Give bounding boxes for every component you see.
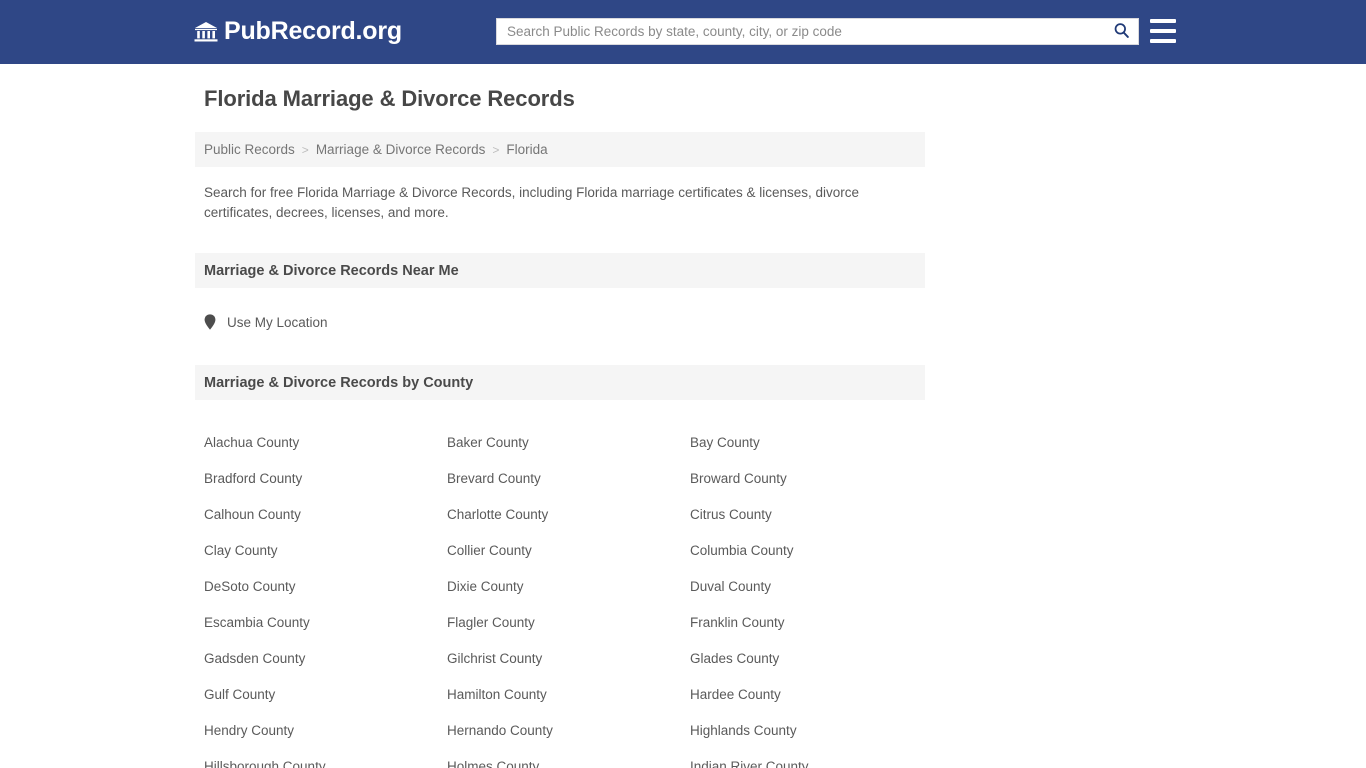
- county-list-item[interactable]: Glades County: [690, 640, 933, 676]
- county-link[interactable]: Holmes County: [447, 759, 539, 768]
- county-link[interactable]: Hardee County: [690, 687, 781, 702]
- county-list-item[interactable]: Citrus County: [690, 496, 933, 532]
- hamburger-menu-icon[interactable]: [1150, 19, 1176, 43]
- breadcrumb: Public Records > Marriage & Divorce Reco…: [195, 132, 925, 167]
- breadcrumb-item-public-records[interactable]: Public Records: [204, 142, 295, 157]
- county-list-item[interactable]: Bradford County: [204, 460, 447, 496]
- breadcrumb-separator: >: [492, 142, 500, 157]
- county-list-item[interactable]: Gilchrist County: [447, 640, 690, 676]
- county-link[interactable]: Hernando County: [447, 723, 553, 738]
- menu-bar-1: [1150, 19, 1176, 23]
- menu-bar-3: [1150, 39, 1176, 43]
- search-bar: [496, 18, 1139, 45]
- county-list-item[interactable]: Alachua County: [204, 424, 447, 460]
- map-pin-icon: [204, 314, 216, 330]
- breadcrumb-item-florida: Florida: [506, 142, 548, 157]
- county-list-item[interactable]: DeSoto County: [204, 568, 447, 604]
- county-link[interactable]: Hendry County: [204, 723, 294, 738]
- county-link[interactable]: Baker County: [447, 435, 529, 450]
- county-list-item[interactable]: Charlotte County: [447, 496, 690, 532]
- county-list-item[interactable]: Holmes County: [447, 748, 690, 768]
- county-list-item[interactable]: Baker County: [447, 424, 690, 460]
- county-list-item[interactable]: Franklin County: [690, 604, 933, 640]
- county-list-item[interactable]: Bay County: [690, 424, 933, 460]
- site-logo-text: PubRecord.org: [224, 17, 402, 45]
- county-link[interactable]: Collier County: [447, 543, 532, 558]
- county-link[interactable]: Broward County: [690, 471, 787, 486]
- county-link[interactable]: Flagler County: [447, 615, 535, 630]
- county-list-item[interactable]: Collier County: [447, 532, 690, 568]
- county-list-item[interactable]: Highlands County: [690, 712, 933, 748]
- county-section-heading: Marriage & Divorce Records by County: [195, 365, 925, 400]
- county-list-item[interactable]: Escambia County: [204, 604, 447, 640]
- county-list-item[interactable]: Columbia County: [690, 532, 933, 568]
- county-link[interactable]: Indian River County: [690, 759, 809, 768]
- county-link[interactable]: Charlotte County: [447, 507, 548, 522]
- county-link[interactable]: Hamilton County: [447, 687, 547, 702]
- county-list-item[interactable]: Hernando County: [447, 712, 690, 748]
- county-link[interactable]: Brevard County: [447, 471, 541, 486]
- bank-building-icon: [194, 21, 218, 43]
- county-list-item[interactable]: Indian River County: [690, 748, 933, 768]
- county-list-item[interactable]: Flagler County: [447, 604, 690, 640]
- site-logo-link[interactable]: PubRecord.org: [194, 19, 402, 44]
- breadcrumb-separator: >: [301, 142, 309, 157]
- county-list-item[interactable]: Dixie County: [447, 568, 690, 604]
- county-link[interactable]: Franklin County: [690, 615, 785, 630]
- county-link[interactable]: DeSoto County: [204, 579, 296, 594]
- county-link[interactable]: Highlands County: [690, 723, 797, 738]
- county-list-item[interactable]: Hillsborough County: [204, 748, 447, 768]
- near-me-section: Use My Location: [195, 288, 925, 335]
- county-link[interactable]: Clay County: [204, 543, 278, 558]
- county-link[interactable]: Glades County: [690, 651, 779, 666]
- county-link[interactable]: Gadsden County: [204, 651, 305, 666]
- county-list-item[interactable]: Hardee County: [690, 676, 933, 712]
- county-link[interactable]: Columbia County: [690, 543, 794, 558]
- county-link[interactable]: Dixie County: [447, 579, 524, 594]
- page-title: Florida Marriage & Divorce Records: [204, 86, 575, 111]
- county-list-item[interactable]: Calhoun County: [204, 496, 447, 532]
- county-link[interactable]: Gilchrist County: [447, 651, 542, 666]
- search-input[interactable]: [507, 19, 1108, 44]
- county-link[interactable]: Calhoun County: [204, 507, 301, 522]
- county-link[interactable]: Escambia County: [204, 615, 310, 630]
- menu-bar-2: [1150, 29, 1176, 33]
- search-button[interactable]: [1108, 20, 1134, 44]
- county-link[interactable]: Bay County: [690, 435, 760, 450]
- county-list-item[interactable]: Hamilton County: [447, 676, 690, 712]
- county-list-grid: Alachua County Baker County Bay County Brad…: [195, 424, 925, 768]
- breadcrumb-item-marriage-divorce-records[interactable]: Marriage & Divorce Records: [316, 142, 486, 157]
- county-link[interactable]: Bradford County: [204, 471, 302, 486]
- county-link[interactable]: Gulf County: [204, 687, 275, 702]
- main-content: Florida Marriage & Divorce Records Publi…: [195, 64, 925, 768]
- county-list-item[interactable]: Clay County: [204, 532, 447, 568]
- county-link[interactable]: Alachua County: [204, 435, 299, 450]
- county-list-item[interactable]: Broward County: [690, 460, 933, 496]
- county-list-item[interactable]: Gadsden County: [204, 640, 447, 676]
- county-link[interactable]: Duval County: [690, 579, 771, 594]
- county-link[interactable]: Hillsborough County: [204, 759, 326, 768]
- search-icon: [1113, 22, 1130, 42]
- page-intro-text: Search for free Florida Marriage & Divor…: [204, 185, 860, 220]
- county-list-item[interactable]: Gulf County: [204, 676, 447, 712]
- use-my-location-link[interactable]: Use My Location: [204, 314, 328, 330]
- site-header: PubRecord.org: [0, 0, 1366, 64]
- near-me-section-heading: Marriage & Divorce Records Near Me: [195, 253, 925, 288]
- county-list-item[interactable]: Hendry County: [204, 712, 447, 748]
- county-list-item[interactable]: Brevard County: [447, 460, 690, 496]
- use-my-location-label: Use My Location: [227, 314, 328, 330]
- county-list-item[interactable]: Duval County: [690, 568, 933, 604]
- county-link[interactable]: Citrus County: [690, 507, 772, 522]
